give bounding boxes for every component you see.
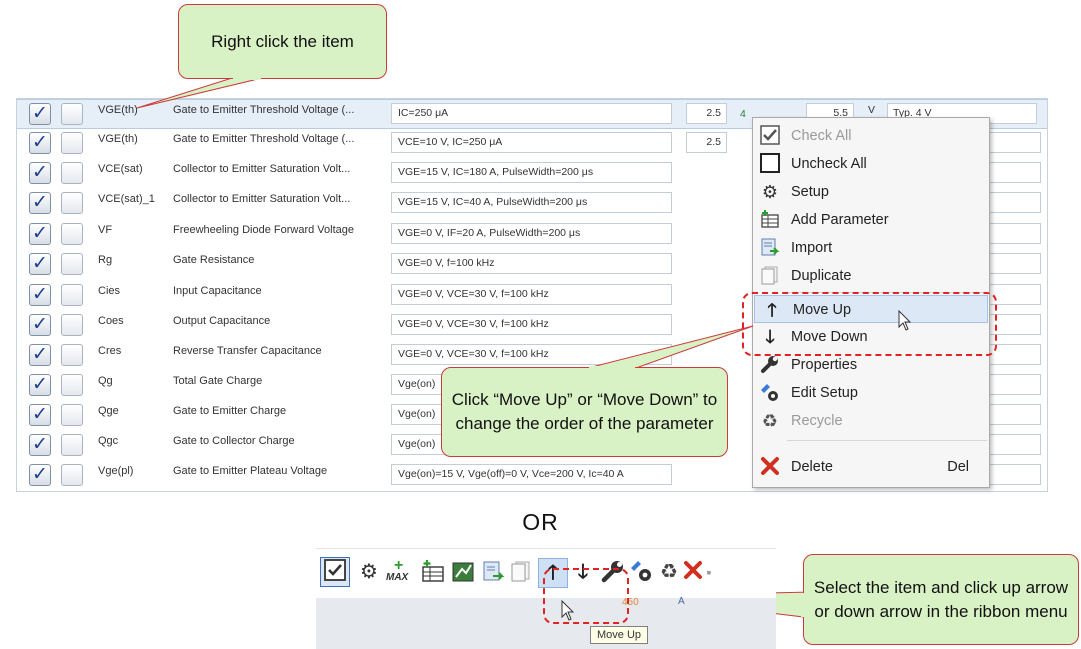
delete-x-icon (684, 561, 702, 579)
mouse-pointer-icon (898, 310, 912, 331)
or-separator-label: OR (522, 509, 559, 535)
duplicate-toolbar-button[interactable] (508, 559, 534, 585)
mouse-pointer-icon (561, 600, 575, 621)
recycle-icon: ♻ (660, 561, 678, 583)
check-all-toolbar-button[interactable] (320, 557, 350, 587)
max-label: MAX (386, 572, 409, 583)
partial-letter-text: A (678, 596, 685, 607)
callout-join (801, 593, 805, 617)
move-up-tooltip: Move Up (590, 626, 649, 644)
move-items-highlight (742, 292, 997, 356)
callout-join (589, 366, 635, 369)
edit-setup-icon (631, 561, 651, 581)
callout-join (233, 77, 261, 80)
callout-right-click: Right click the item (178, 4, 387, 79)
callout-ribbon-arrows-text: Select the item and click up arrow or do… (813, 577, 1069, 621)
callout-move-up-down-text: Click “Move Up” or “Move Down” to change… (451, 390, 718, 433)
callout-move-up-down: Click “Move Up” or “Move Down” to change… (441, 367, 728, 457)
import-icon (483, 561, 505, 581)
more-icon: ▪ (706, 564, 712, 580)
setup-toolbar-button[interactable]: ⚙ (356, 559, 382, 585)
import-toolbar-button[interactable] (480, 559, 506, 585)
callout-right-click-text: Right click the item (211, 31, 354, 51)
max-toolbar-button[interactable]: + MAX (386, 557, 416, 585)
ribbon-arrows-highlight (543, 568, 629, 624)
gear-icon: ⚙ (360, 561, 378, 583)
edit-chart-icon (452, 562, 474, 582)
duplicate-icon (511, 561, 530, 582)
add-parameter-toolbar-button[interactable] (420, 559, 446, 585)
checkbox-checked-icon (324, 559, 346, 581)
edit-toolbar-button[interactable] (450, 559, 476, 585)
callout-ribbon-arrows: Select the item and click up arrow or do… (803, 554, 1079, 645)
recycle-toolbar-button[interactable]: ♻ (656, 559, 682, 585)
edit-setup-toolbar-button[interactable] (628, 559, 654, 585)
add-table-icon (422, 560, 444, 582)
